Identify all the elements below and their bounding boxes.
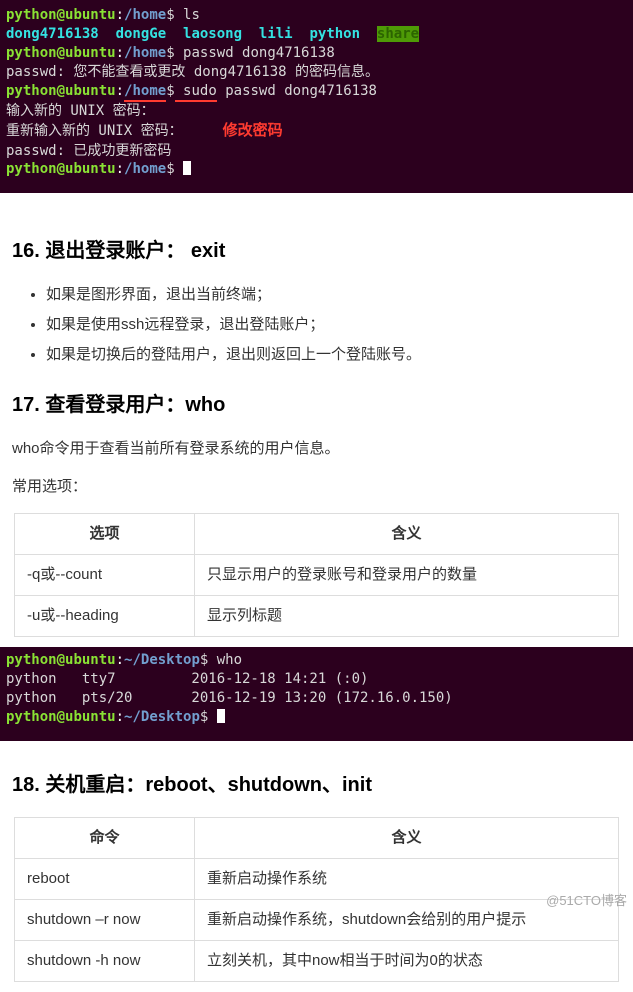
who-output-line: python pts/20 2016-12-19 13:20 (172.16.0… [0,689,633,708]
watermark: @51CTO博客 [546,891,627,912]
section-16-list: 如果是图形界面，退出当前终端； 如果是使用ssh远程登录，退出登陆账户； 如果是… [12,283,621,367]
who-description: who命令用于查看当前所有登录系统的用户信息。 [12,437,621,461]
term-line: python@ubuntu:~/Desktop$ who [0,651,633,670]
table-row: shutdown -h now 立刻关机，其中now相当于时间为0的状态 [15,940,619,981]
term-line: python@ubuntu:/home$ ls [0,6,633,25]
list-item: 如果是图形界面，退出当前终端； [46,283,621,307]
section-16-heading: 16. 退出登录账户： exit [12,235,621,267]
section-17-heading: 17. 查看登录用户：who [12,389,621,421]
table-row: shutdown –r now 重新启动操作系统，shutdown会给别的用户提… [15,899,619,940]
table-row: -q或--count 只显示用户的登录账号和登录用户的数量 [15,555,619,596]
ls-output: dong4716138 dongGe laosong lili python s… [0,25,633,44]
reenter-passwd-prompt: 重新输入新的 UNIX 密码：修改密码 [0,121,633,141]
table-header-command: 命令 [15,817,195,858]
new-passwd-prompt: 输入新的 UNIX 密码： [0,102,633,121]
list-item: 如果是切换后的登陆用户，退出则返回上一个登陆账号。 [46,343,621,367]
term-line: python@ubuntu:/home$ [0,160,633,179]
cursor-icon [183,161,191,175]
passwd-success: passwd: 已成功更新密码 [0,142,633,161]
term-line: python@ubuntu:/home$ passwd dong4716138 [0,44,633,63]
list-item: 如果是使用ssh远程登录，退出登陆账户； [46,313,621,337]
table-row: -u或--heading 显示列标题 [15,596,619,637]
term-line: python@ubuntu:/home$ sudo passwd dong471… [0,82,633,103]
table-header-meaning: 含义 [195,817,619,858]
who-options-table: 选项 含义 -q或--count 只显示用户的登录账号和登录用户的数量 -u或-… [14,513,619,637]
who-output-line: python tty7 2016-12-18 14:21 (:0) [0,670,633,689]
table-header-option: 选项 [15,514,195,555]
annotation-change-password: 修改密码 [223,121,283,141]
terminal-screenshot-2: python@ubuntu:~/Desktop$ who python tty7… [0,647,633,741]
table-header-meaning: 含义 [195,514,619,555]
table-row: reboot 重新启动操作系统 [15,858,619,899]
prompt-user: python [6,7,57,23]
reboot-commands-table: 命令 含义 reboot 重新启动操作系统 shutdown –r now 重新… [14,817,619,982]
terminal-screenshot-1: python@ubuntu:/home$ ls dong4716138 dong… [0,0,633,193]
term-line: python@ubuntu:~/Desktop$ [0,708,633,727]
common-options-label: 常用选项： [12,475,621,499]
passwd-error: passwd: 您不能查看或更改 dong4716138 的密码信息。 [0,63,633,82]
section-18-heading: 18. 关机重启：reboot、shutdown、init [12,769,621,801]
cursor-icon [217,709,225,723]
